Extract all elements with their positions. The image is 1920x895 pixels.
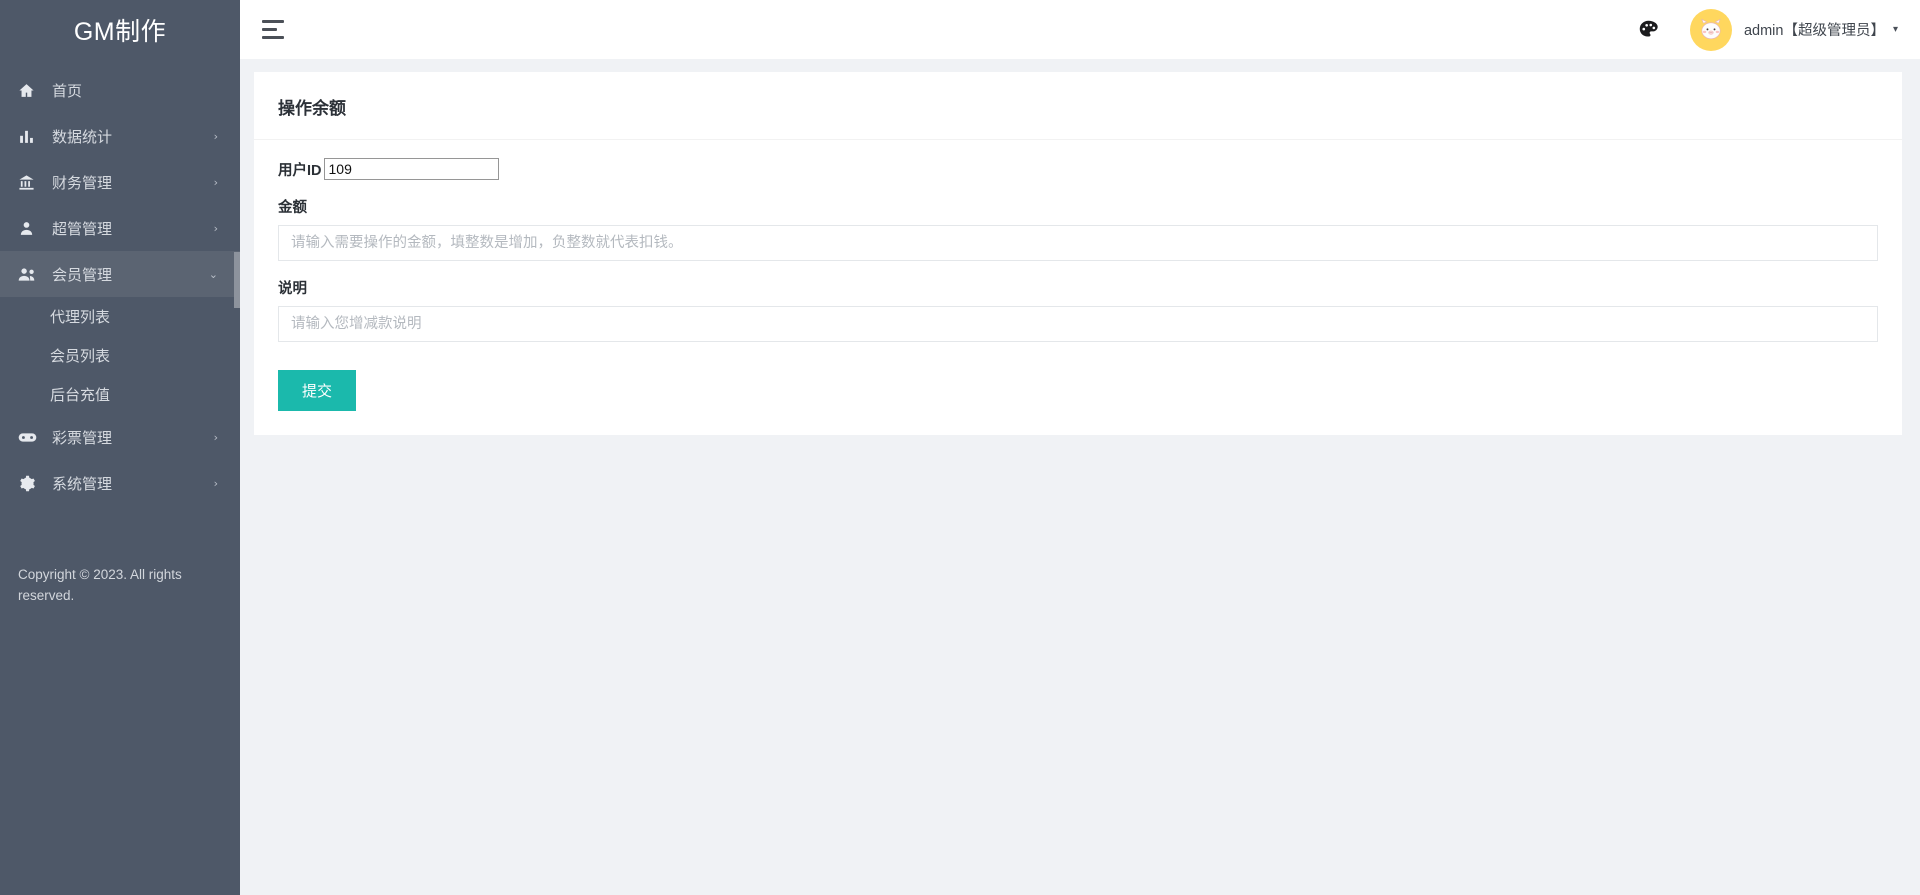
sidebar-item-home[interactable]: 首页	[0, 67, 240, 113]
card-header: 操作余额	[254, 72, 1902, 140]
sidebar-item-label: 超管管理	[52, 220, 113, 238]
sidebar-item-label: 数据统计	[52, 128, 113, 146]
chevron-right-icon: ›	[213, 476, 218, 490]
sidebar-item-members[interactable]: 会员管理 ⌄	[0, 251, 240, 297]
chevron-right-icon: ›	[213, 221, 218, 235]
remark-group: 说明	[278, 277, 1878, 342]
sidebar-item-label: 彩票管理	[52, 429, 113, 447]
hamburger-line	[262, 36, 284, 39]
sidebar-subitem-member-list[interactable]: 会员列表	[0, 336, 240, 375]
home-icon	[18, 82, 44, 99]
main-area: admin【超级管理员】 ▾ 操作余额 用户ID 金额	[240, 0, 1920, 895]
content-area: 操作余额 用户ID 金额 说明 提交	[240, 59, 1920, 895]
page-title: 操作余额	[278, 99, 346, 118]
user-name-label: admin【超级管理员】	[1743, 23, 1885, 39]
gear-icon	[18, 475, 44, 492]
balance-operation-card: 操作余额 用户ID 金额 说明 提交	[254, 72, 1902, 435]
submit-button[interactable]: 提交	[278, 370, 357, 411]
bar-chart-icon	[18, 128, 44, 145]
sidebar-item-lottery[interactable]: 彩票管理 ›	[0, 414, 240, 460]
chevron-right-icon: ›	[213, 430, 218, 444]
gamepad-icon	[18, 429, 44, 446]
copyright-text: Copyright © 2023. All rights reserved.	[18, 567, 182, 603]
chevron-down-icon: ▾	[1892, 24, 1898, 35]
palette-icon[interactable]	[1634, 15, 1664, 45]
sidebar-item-statistics[interactable]: 数据统计 ›	[0, 113, 240, 159]
user-id-input[interactable]	[323, 158, 499, 180]
sidebar-submenu-members: 代理列表 会员列表 后台充值	[0, 297, 240, 414]
person-icon	[18, 220, 44, 237]
remark-label: 说明	[278, 281, 307, 297]
amount-group: 金额	[278, 196, 1878, 261]
topbar: admin【超级管理员】 ▾	[240, 0, 1920, 59]
hamburger-line	[262, 28, 277, 31]
sidebar-item-label: 系统管理	[52, 475, 113, 493]
sidebar: GM制作 首页 数据统计 › 财务管理 › 超管管理 › 会员管理 ⌄ 代理列表…	[0, 0, 240, 895]
avatar	[1689, 8, 1732, 51]
remark-input[interactable]	[278, 306, 1878, 342]
user-id-row: 用户ID	[278, 158, 1878, 180]
chevron-down-icon: ⌄	[208, 267, 218, 281]
user-menu[interactable]: admin【超级管理员】 ▾	[1689, 8, 1898, 51]
sidebar-item-label: 首页	[52, 82, 83, 100]
sidebar-item-label: 财务管理	[52, 174, 113, 192]
sidebar-item-system[interactable]: 系统管理 ›	[0, 460, 240, 506]
app-root: GM制作 首页 数据统计 › 财务管理 › 超管管理 › 会员管理 ⌄ 代理列表…	[0, 0, 1920, 895]
chevron-right-icon: ›	[213, 129, 218, 143]
user-id-label: 用户ID	[278, 162, 322, 179]
chevron-right-icon: ›	[213, 175, 218, 189]
hamburger-icon[interactable]	[258, 13, 292, 47]
sidebar-subitem-backend-recharge[interactable]: 后台充值	[0, 375, 240, 414]
amount-input[interactable]	[278, 225, 1878, 261]
sidebar-item-superadmin[interactable]: 超管管理 ›	[0, 205, 240, 251]
sidebar-scrollbar-thumb[interactable]	[234, 252, 240, 308]
sidebar-item-label: 会员管理	[52, 266, 113, 284]
sidebar-subitem-agent-list[interactable]: 代理列表	[0, 297, 240, 336]
card-body: 用户ID 金额 说明 提交	[254, 140, 1902, 411]
hamburger-line	[262, 20, 284, 23]
sidebar-nav: 首页 数据统计 › 财务管理 › 超管管理 › 会员管理 ⌄ 代理列表 会员列表…	[0, 59, 240, 506]
sidebar-item-finance[interactable]: 财务管理 ›	[0, 159, 240, 205]
bank-icon	[18, 174, 44, 191]
people-icon	[18, 266, 44, 283]
sidebar-logo[interactable]: GM制作	[0, 0, 240, 59]
amount-label: 金额	[278, 200, 307, 216]
